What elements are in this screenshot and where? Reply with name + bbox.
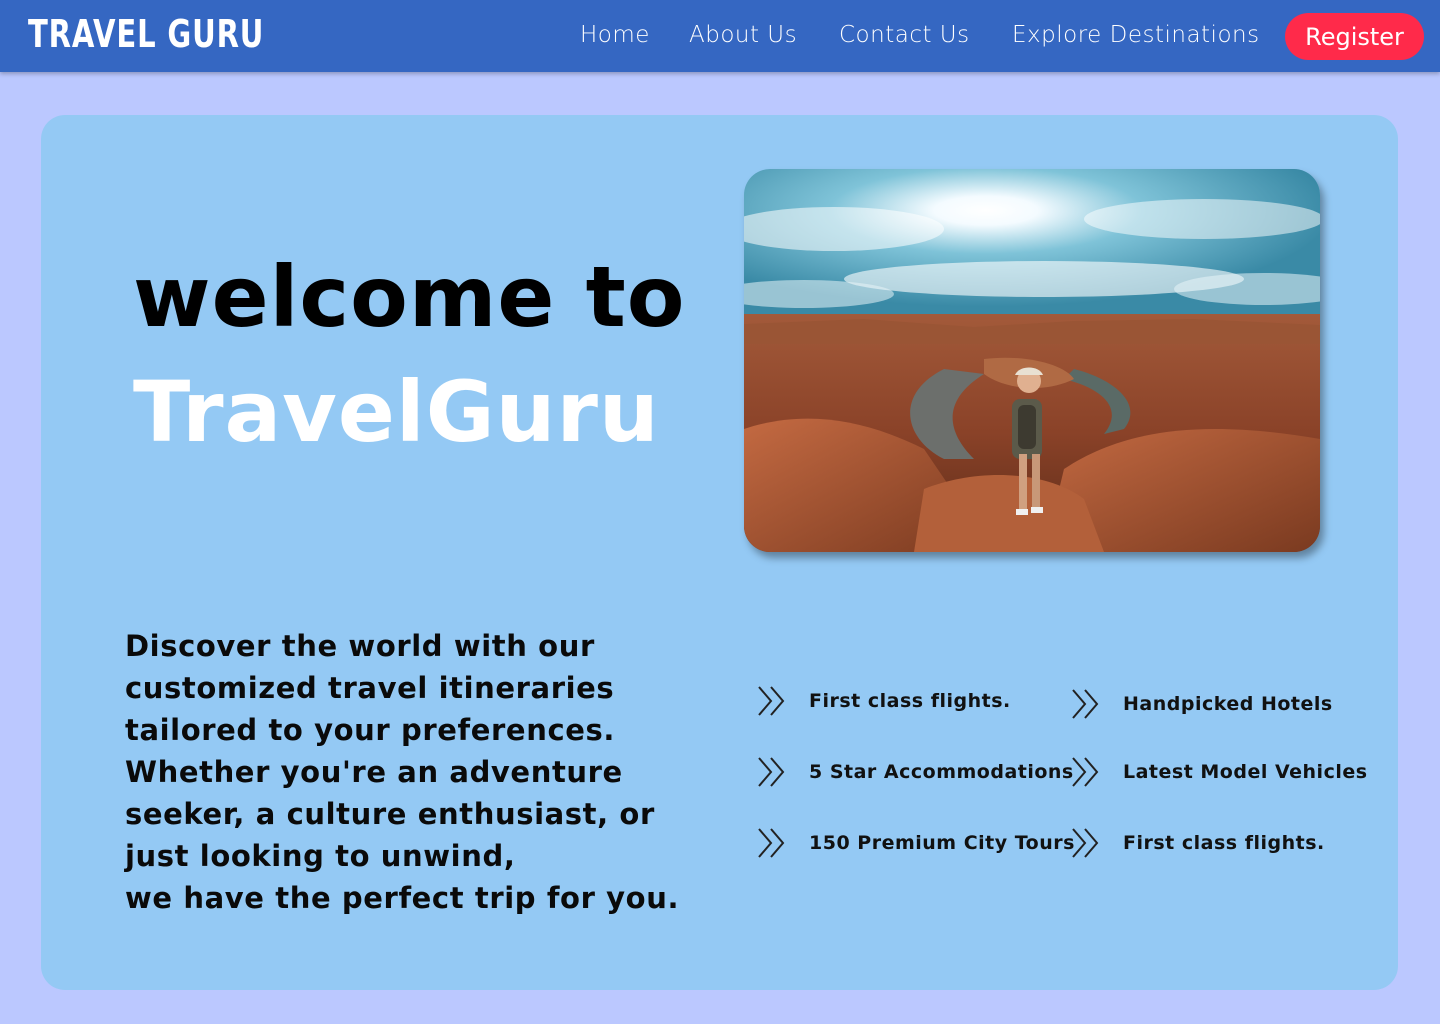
- hero-card: welcome to TravelGuru Discover the world…: [41, 115, 1398, 990]
- feature-item: 5 Star Accommodations: [755, 754, 1074, 790]
- feature-item: Latest Model Vehicles: [1069, 754, 1368, 790]
- nav-explore-link[interactable]: Explore Destinations: [1012, 22, 1260, 48]
- intro-description: Discover the world with our customized t…: [125, 629, 680, 915]
- feature-label: Latest Model Vehicles: [1123, 761, 1368, 783]
- register-button[interactable]: Register: [1285, 13, 1424, 60]
- nav-contact-link[interactable]: Contact Us: [839, 22, 970, 48]
- navbar: TRAVEL GURU Home About Us Contact Us Exp…: [0, 0, 1440, 72]
- feature-label: First class flights.: [1123, 832, 1325, 854]
- double-chevron-right-icon: [758, 686, 785, 716]
- double-chevron-right-icon: [1072, 757, 1099, 787]
- feature-item: First class flights.: [755, 683, 1011, 719]
- feature-item: Handpicked Hotels: [1069, 686, 1333, 722]
- double-chevron-right-icon: [1072, 689, 1099, 719]
- site-logo[interactable]: TRAVEL GURU: [28, 12, 264, 56]
- canyon-photo: [744, 169, 1320, 552]
- welcome-heading: welcome to: [133, 248, 686, 346]
- feature-item: 150 Premium City Tours: [755, 825, 1075, 861]
- feature-label: First class flights.: [809, 690, 1011, 712]
- double-chevron-right-icon: [758, 757, 785, 787]
- feature-item: First class flights.: [1069, 825, 1325, 861]
- double-chevron-right-icon: [1072, 828, 1099, 858]
- double-chevron-right-icon: [758, 828, 785, 858]
- nav-about-link[interactable]: About Us: [689, 22, 797, 48]
- feature-label: 5 Star Accommodations: [809, 761, 1074, 783]
- feature-label: 150 Premium City Tours: [809, 832, 1075, 854]
- nav-home-link[interactable]: Home: [580, 22, 650, 48]
- brand-heading: TravelGuru: [133, 363, 660, 461]
- feature-label: Handpicked Hotels: [1123, 693, 1333, 715]
